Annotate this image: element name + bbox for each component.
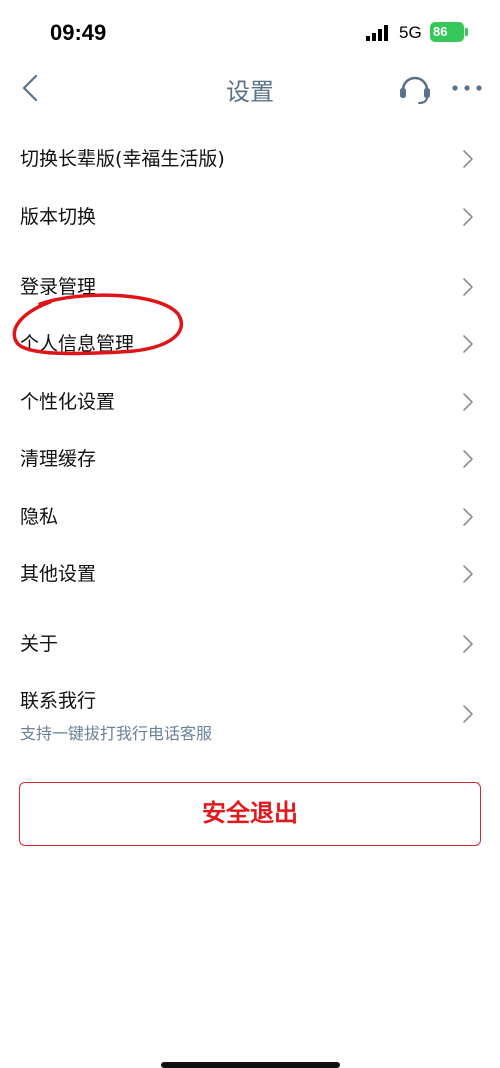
settings-item-other-settings[interactable]: 其他设置 xyxy=(0,545,500,601)
chevron-right-icon xyxy=(463,565,473,583)
settings-item-label: 清理缓存 xyxy=(20,448,97,470)
settings-item-label: 联系我行 xyxy=(20,690,97,712)
settings-item-label: 切换长辈版(幸福生活版) xyxy=(20,148,225,170)
settings-item-personal-info[interactable]: 个人信息管理 xyxy=(0,315,500,371)
chevron-right-icon xyxy=(463,335,473,353)
logout-button[interactable]: 安全退出 xyxy=(19,782,481,846)
settings-item-label: 其他设置 xyxy=(20,563,97,585)
chevron-right-icon xyxy=(463,705,473,723)
chevron-right-icon xyxy=(463,150,473,168)
settings-item-label: 个性化设置 xyxy=(20,391,116,413)
settings-item-label: 登录管理 xyxy=(20,276,97,298)
home-indicator xyxy=(161,1062,340,1068)
chevron-right-icon xyxy=(463,635,473,653)
settings-item-personalization[interactable]: 个性化设置 xyxy=(0,373,500,429)
settings-item-clear-cache[interactable]: 清理缓存 xyxy=(0,430,500,486)
status-time: 09:49 xyxy=(50,20,107,45)
chevron-right-icon xyxy=(463,508,473,526)
settings-item-version-switch[interactable]: 版本切换 xyxy=(0,188,500,244)
settings-item-about[interactable]: 关于 xyxy=(0,615,500,671)
settings-item-label: 个人信息管理 xyxy=(20,333,135,355)
settings-item-login-management[interactable]: 登录管理 xyxy=(0,258,500,314)
signal-icon xyxy=(366,25,388,41)
status-bar: 09:49 5G 86 xyxy=(0,0,500,64)
chevron-right-icon xyxy=(463,393,473,411)
battery-tip xyxy=(465,28,468,36)
headset-icon[interactable] xyxy=(398,70,432,106)
settings-item-label: 版本切换 xyxy=(20,206,97,228)
more-dots-icon[interactable] xyxy=(450,78,484,98)
settings-item-subtitle: 支持一键拔打我行电话客服 xyxy=(20,724,213,743)
settings-item-contact-bank[interactable]: 联系我行 支持一键拔打我行电话客服 xyxy=(0,672,500,752)
settings-item-label: 关于 xyxy=(20,633,59,655)
settings-item-privacy[interactable]: 隐私 xyxy=(0,488,500,544)
network-label: 5G xyxy=(399,23,422,42)
battery-icon: 86 xyxy=(430,22,464,42)
battery-level: 86 xyxy=(433,24,448,39)
settings-item-label: 隐私 xyxy=(20,506,59,528)
chevron-right-icon xyxy=(463,278,473,296)
chevron-right-icon xyxy=(463,450,473,468)
settings-item-elder-mode[interactable]: 切换长辈版(幸福生活版) xyxy=(0,130,500,186)
chevron-right-icon xyxy=(463,208,473,226)
